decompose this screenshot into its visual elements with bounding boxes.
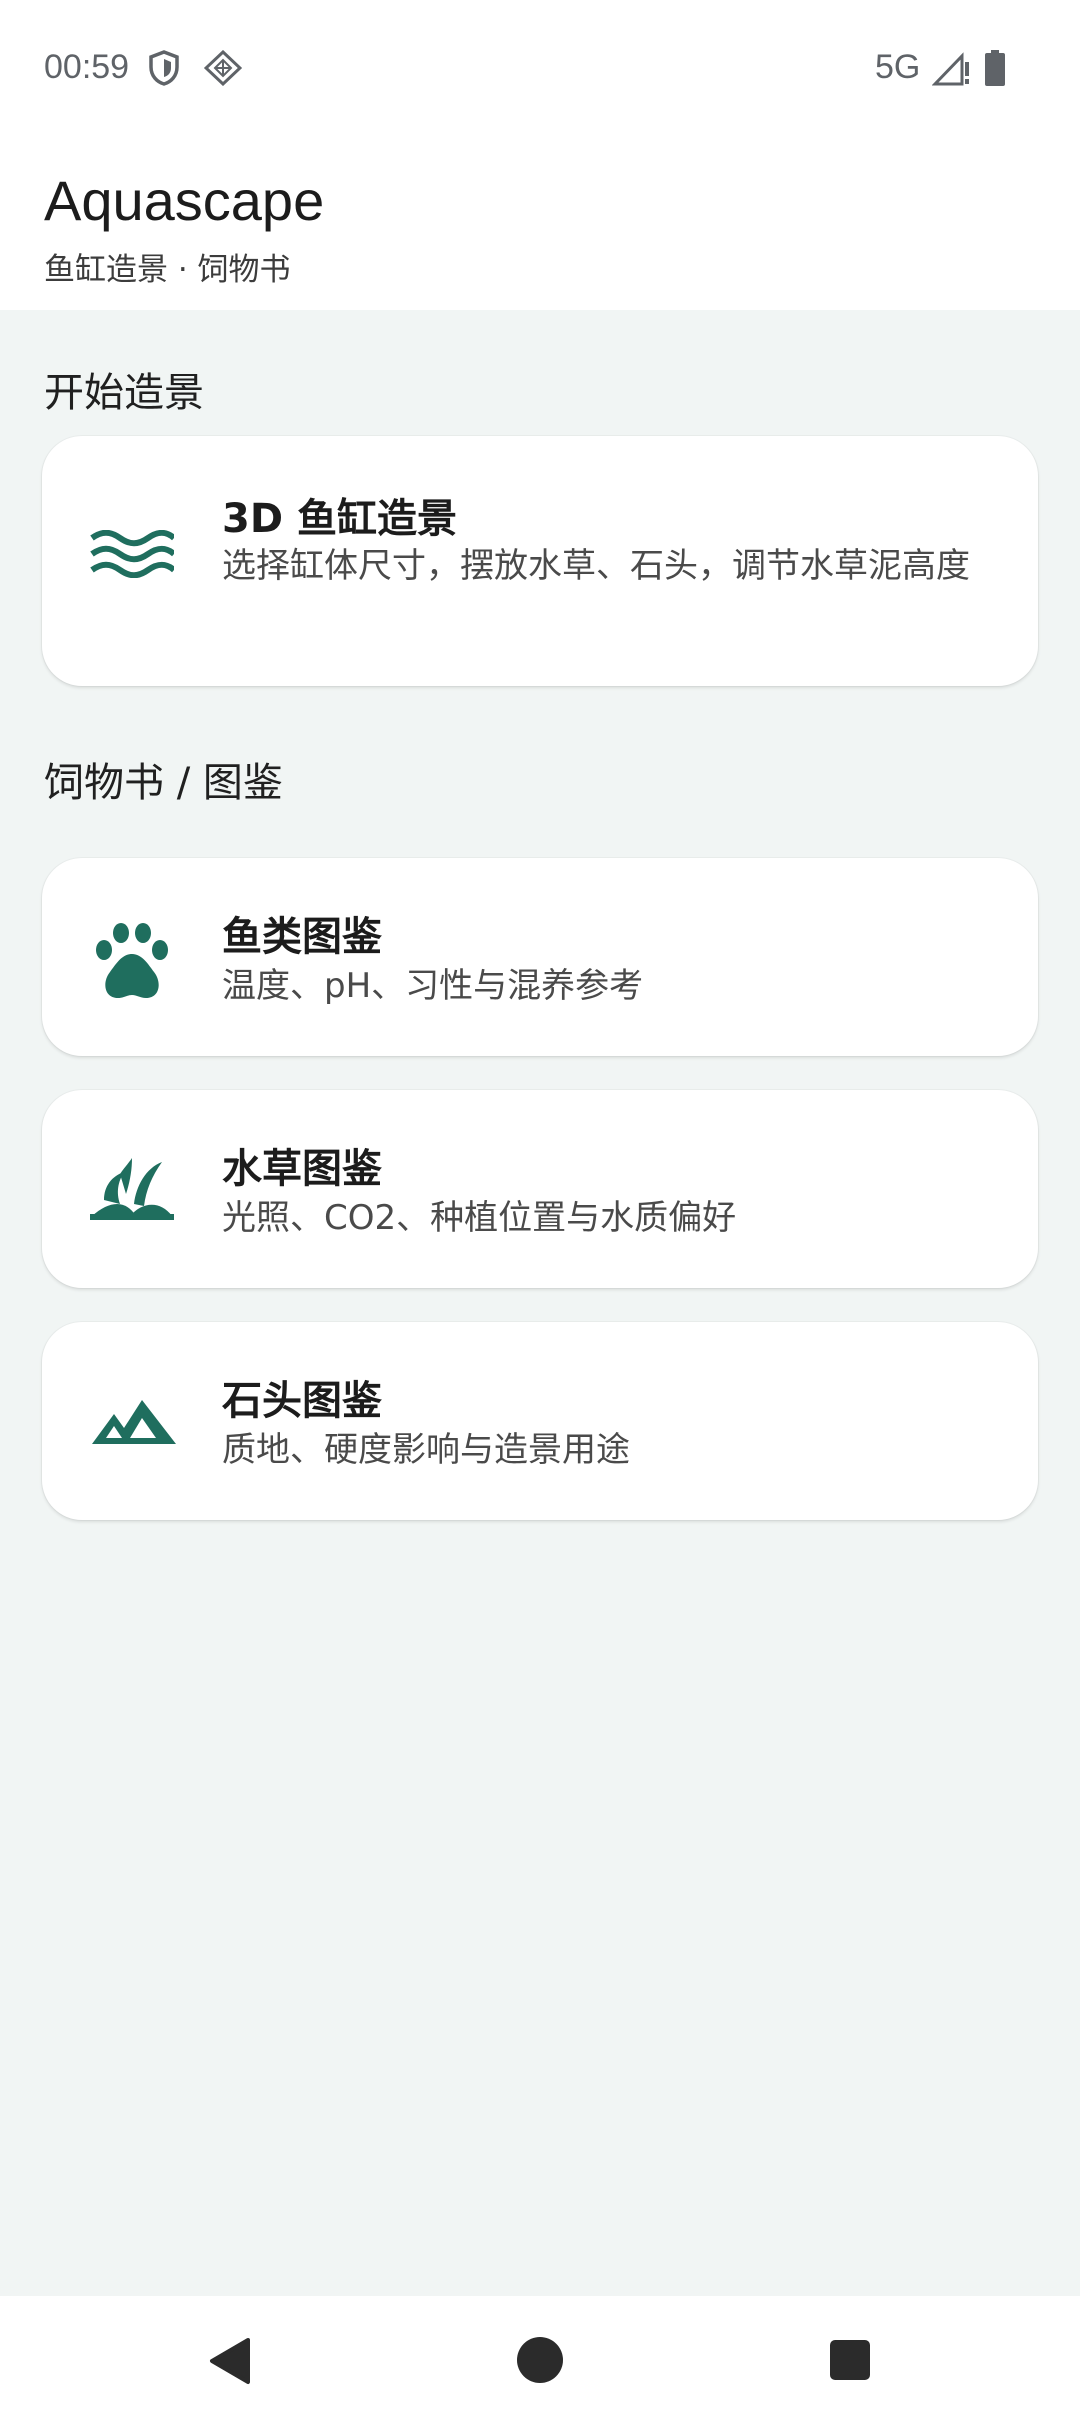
status-time: 00:59 — [44, 48, 130, 86]
section-title-guides: 饲物书 / 图鉴 — [44, 760, 283, 806]
card-description: 质地、硬度影响与造景用途 — [222, 1430, 630, 1470]
app-subtitle: 鱼缸造景 · 饲物书 — [44, 252, 291, 288]
vpn-diamond-icon — [203, 49, 243, 90]
system-navigation-bar — [0, 2296, 1080, 2424]
mountain-icon — [90, 1396, 178, 1450]
plant-guide-card[interactable]: 水草图鉴 光照、CO2、种植位置与水质偏好 — [42, 1090, 1038, 1288]
home-icon[interactable] — [516, 2336, 564, 2388]
section-title-start: 开始造景 — [44, 370, 204, 416]
fish-guide-card[interactable]: 鱼类图鉴 温度、pH、习性与混养参考 — [42, 858, 1038, 1056]
network-type: 5G — [875, 48, 921, 86]
tank-builder-card[interactable]: 3D 鱼缸造景 选择缸体尺寸，摆放水草、石头，调节水草泥高度 — [42, 436, 1038, 686]
grass-icon — [90, 1156, 174, 1226]
back-icon[interactable] — [206, 2336, 252, 2390]
waves-icon — [90, 529, 176, 582]
shield-icon — [148, 50, 180, 90]
paw-icon — [90, 920, 174, 1004]
stone-guide-card[interactable]: 石头图鉴 质地、硬度影响与造景用途 — [42, 1322, 1038, 1520]
card-description: 选择缸体尺寸，摆放水草、石头，调节水草泥高度 — [222, 546, 970, 586]
main-content: 开始造景 3D 鱼缸造景 选择缸体尺寸，摆放水草、石头，调节水草泥高度 饲物书 … — [0, 310, 1080, 2296]
status-bar: 00:59 5G — [0, 0, 1080, 140]
signal-icon — [931, 50, 970, 90]
battery-icon — [984, 50, 1006, 90]
card-description: 温度、pH、习性与混养参考 — [222, 966, 644, 1006]
card-title: 水草图鉴 — [222, 1146, 382, 1192]
app-title: Aquascape — [44, 169, 325, 232]
recents-icon[interactable] — [828, 2338, 872, 2386]
card-title: 3D 鱼缸造景 — [222, 496, 457, 542]
app-header: Aquascape 鱼缸造景 · 饲物书 — [0, 140, 1080, 310]
card-title: 鱼类图鉴 — [222, 914, 382, 960]
card-title: 石头图鉴 — [222, 1378, 382, 1424]
card-description: 光照、CO2、种植位置与水质偏好 — [222, 1198, 737, 1238]
